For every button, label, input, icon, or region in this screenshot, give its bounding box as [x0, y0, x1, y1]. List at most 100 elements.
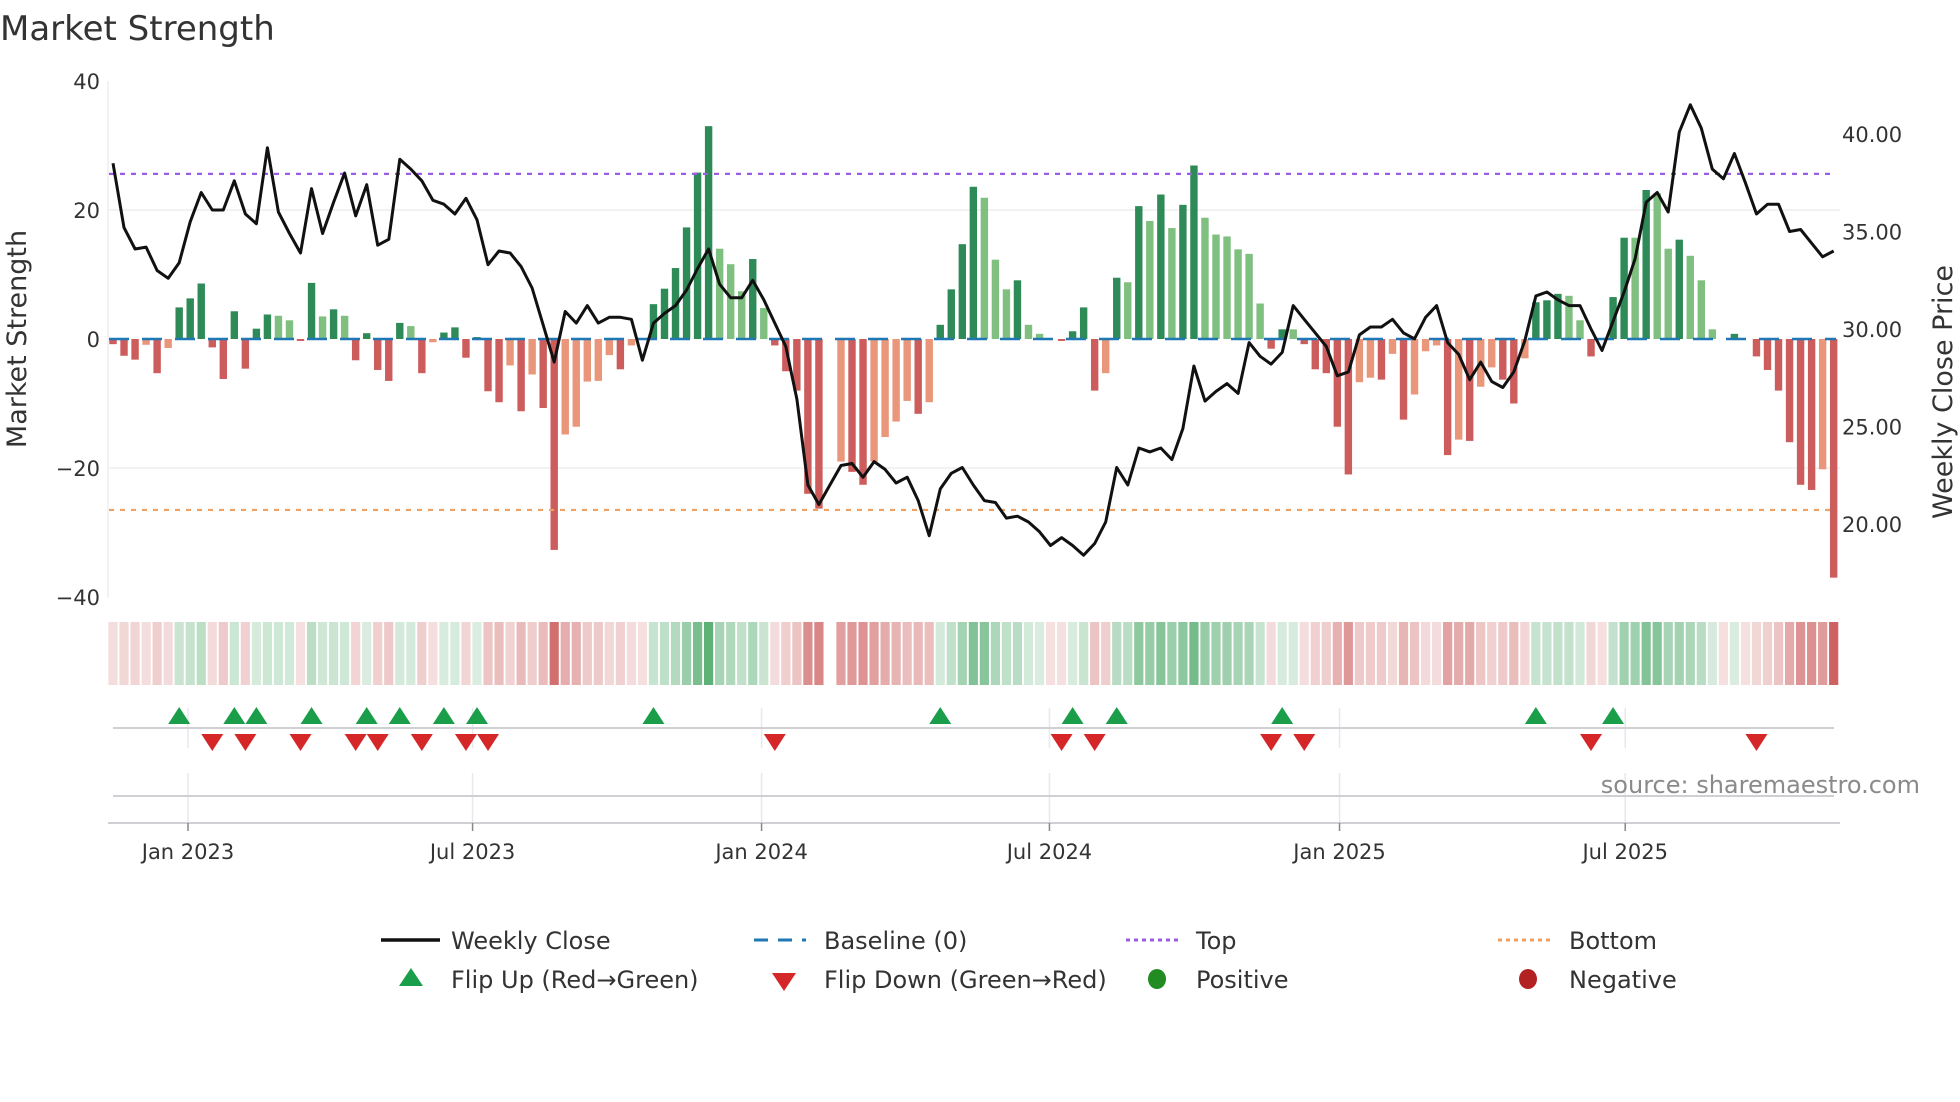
- heat-strip-cell: [251, 622, 261, 685]
- heat-strip-cell: [1332, 622, 1342, 685]
- heat-strip-cell: [351, 622, 361, 685]
- x-tick-label: Jul 2025: [1580, 840, 1667, 864]
- heat-strip-cell: [1652, 622, 1662, 685]
- positive-strength-bar: [1543, 300, 1551, 339]
- heat-strip-cell: [538, 622, 548, 685]
- heat-strip-cell: [1167, 622, 1177, 685]
- heat-strip-cell: [1056, 622, 1067, 685]
- negative-strength-bar: [859, 339, 867, 485]
- heat-strip-cell: [990, 622, 1000, 685]
- flip-down-triangle-icon: [289, 734, 312, 751]
- y-axis-label-right: Weekly Close Price: [1928, 265, 1959, 519]
- positive-strength-bar: [1168, 228, 1176, 339]
- negative-strength-bar: [892, 339, 900, 422]
- heat-strip-cell: [373, 622, 383, 685]
- positive-strength-bar: [252, 328, 261, 339]
- negative-strength-bar: [1102, 339, 1110, 374]
- heat-strip-cell: [1795, 622, 1806, 685]
- heat-strip-cell: [1520, 622, 1530, 685]
- heat-strip-cell: [1729, 622, 1740, 685]
- positive-strength-bar: [1002, 289, 1011, 339]
- positive-strength-bar: [263, 314, 272, 339]
- heat-strip-cell: [792, 622, 802, 685]
- positive-strength-bar: [726, 264, 735, 339]
- heat-strip-cell: [174, 622, 184, 685]
- heat-strip-cell: [902, 622, 912, 685]
- flip-down-triangle-icon: [1580, 734, 1603, 751]
- triangle-up-icon: [399, 968, 423, 986]
- negative-strength-bar: [351, 339, 360, 361]
- flip-up-triangle-icon: [223, 707, 246, 724]
- legend-item-top: Top: [1126, 927, 1237, 955]
- legend-label: Bottom: [1569, 927, 1657, 955]
- flip-down-triangle-icon: [1260, 734, 1283, 751]
- heat-strip-cell: [560, 622, 570, 685]
- heat-strip-cell: [1454, 622, 1464, 685]
- heat-strip-cell: [637, 622, 648, 685]
- positive-strength-bar: [396, 322, 404, 339]
- flip-up-triangle-icon: [300, 707, 323, 724]
- heat-strip-cell: [119, 622, 129, 685]
- heat-strip-cell: [1829, 622, 1839, 685]
- flip-down-triangle-icon: [1745, 734, 1768, 751]
- heat-strip-cell: [1023, 622, 1034, 685]
- negative-strength-bar: [1807, 339, 1816, 490]
- positive-strength-bar: [1256, 303, 1264, 339]
- y-tick-label-left: 20: [73, 199, 100, 223]
- heat-strip-cell: [1487, 622, 1497, 685]
- negative-strength-bar: [848, 339, 856, 472]
- heat-strip-cell: [935, 622, 945, 685]
- heat-strip-cell: [1266, 622, 1276, 685]
- heat-strip-cell: [1476, 622, 1486, 685]
- negative-strength-bar: [1465, 339, 1474, 441]
- negative-strength-bar: [1090, 339, 1099, 391]
- legend: Weekly Close Baseline (0) Top Bottom Fli…: [381, 927, 1677, 994]
- flip-down-triangle-icon: [1293, 734, 1316, 751]
- red-circle-icon: [1519, 969, 1537, 989]
- y-axis-label-left: Market Strength: [2, 230, 33, 448]
- heat-strip-cell: [1090, 622, 1100, 685]
- heat-strip-cell: [1420, 622, 1431, 685]
- heat-strip-cell: [1718, 622, 1728, 685]
- positive-strength-bar: [1190, 165, 1198, 339]
- heat-strip-cell: [1784, 622, 1795, 685]
- heat-strip-cell: [284, 622, 295, 685]
- flip-down-triangle-icon: [454, 734, 477, 751]
- positive-strength-bar: [307, 282, 316, 339]
- negative-strength-bar: [296, 339, 305, 341]
- heat-strip-cell: [1807, 622, 1817, 685]
- negative-strength-bar: [1763, 339, 1772, 370]
- flip-down-triangle-icon: [344, 734, 367, 751]
- heat-strip-cell: [1818, 622, 1828, 685]
- y-tick-label-left: 0: [87, 328, 100, 352]
- heat-strip-cell: [593, 622, 603, 685]
- heat-strip-cell: [681, 622, 692, 685]
- y-tick-label-right: 30.00: [1842, 318, 1902, 342]
- negative-strength-bar: [925, 339, 933, 403]
- negative-strength-bar: [1752, 339, 1761, 357]
- heat-strip-cell: [946, 622, 956, 685]
- negative-strength-bar: [837, 339, 845, 462]
- flip-up-triangle-icon: [1105, 707, 1128, 724]
- heat-strip-cell: [549, 622, 559, 685]
- negative-strength-bar: [517, 339, 525, 412]
- negative-strength-bar: [605, 339, 614, 356]
- legend-label: Negative: [1569, 966, 1677, 994]
- heat-strip-cell: [306, 622, 317, 685]
- heat-strip-cell: [1751, 622, 1762, 685]
- negative-strength-bar: [164, 339, 172, 349]
- heat-strip-cell: [516, 622, 526, 685]
- flip-up-triangle-icon: [1524, 707, 1547, 724]
- flip-up-triangle-icon: [388, 707, 411, 724]
- legend-label: Baseline (0): [824, 927, 967, 955]
- heat-strip-cell: [141, 622, 151, 685]
- positive-strength-bar: [991, 259, 1000, 339]
- negative-strength-bar: [462, 339, 470, 358]
- flip-down-triangle-icon: [410, 734, 433, 751]
- heat-strip-cell: [1387, 622, 1398, 685]
- heat-strip-cell: [1597, 622, 1607, 685]
- positive-strength-bar: [1576, 320, 1584, 339]
- negative-strength-bar: [1785, 339, 1794, 443]
- heat-strip-cell: [130, 622, 140, 685]
- positive-strength-bar: [760, 308, 768, 339]
